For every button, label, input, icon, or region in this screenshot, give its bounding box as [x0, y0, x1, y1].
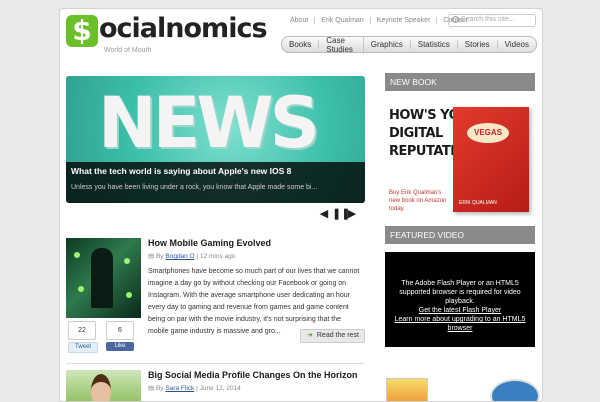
post-meta: ▤ By Bogdan O | 12 mins ago: [148, 253, 236, 260]
sidebar-ad-image[interactable]: [386, 378, 428, 401]
vegas-sign: VEGAS: [467, 123, 509, 143]
post-title[interactable]: How Mobile Gaming Evolved: [148, 238, 271, 248]
post-divider: [66, 363, 364, 364]
app-icon: [126, 292, 132, 298]
book-ad[interactable]: HOW'S YOUR DIGITAL REPUTATION? VEGAS ERI…: [385, 99, 535, 217]
next-arrow-icon[interactable]: ▶: [346, 208, 358, 220]
calendar-icon: ▤: [148, 385, 155, 392]
pause-icon[interactable]: ❚❚: [332, 208, 350, 220]
book-author: ERIK QUALMAN: [459, 200, 497, 206]
post-title[interactable]: Big Social Media Profile Changes On the …: [148, 370, 358, 380]
dollar-logo-icon: $: [66, 15, 98, 47]
post-author-link[interactable]: Sara Flick: [165, 385, 194, 392]
html5-browser-link[interactable]: Learn more about upgrading to an HTML5 b…: [393, 315, 527, 333]
sidebar-badge-image[interactable]: [490, 379, 540, 401]
app-icon: [74, 252, 80, 258]
new-book-heading: NEW BOOK: [385, 73, 535, 91]
woman-photo: [91, 374, 111, 401]
post-author-link[interactable]: Bogdan O: [165, 253, 194, 260]
featured-slider[interactable]: NEWS What the tech world is saying about…: [66, 76, 365, 203]
hero-excerpt: Unless you have been living under a rock…: [71, 184, 318, 191]
share-buttons: 22 6 Tweet Like: [68, 321, 140, 353]
logo-tagline: World of Mouth: [104, 47, 152, 54]
nav-books[interactable]: Books: [282, 40, 320, 49]
main-nav: Books Case Studies Graphics Statistics S…: [281, 35, 537, 54]
video-message: The Adobe Flash Player or an HTML5 suppo…: [399, 280, 521, 305]
top-links: About Erik Qualman Keynote Speaker Conta…: [284, 17, 474, 24]
tweet-button[interactable]: Tweet: [68, 342, 98, 353]
post-excerpt: Smartphones have become so much part of …: [148, 268, 360, 335]
top-link-keynote-speaker[interactable]: Keynote Speaker: [371, 17, 438, 24]
app-icon: [78, 286, 84, 292]
facebook-like-button[interactable]: Like: [106, 342, 134, 351]
nav-case-studies[interactable]: Case Studies: [319, 35, 364, 54]
search-input[interactable]: Search this site...: [448, 14, 536, 27]
post-thumbnail[interactable]: [66, 238, 141, 318]
tweet-count: 22: [68, 321, 96, 340]
book-cover: VEGAS ERIK QUALMAN: [453, 107, 529, 212]
site-logo[interactable]: $ ocialnomics World of Mouth: [66, 13, 268, 54]
search-placeholder: Search this site...: [461, 16, 515, 23]
book-cta[interactable]: Buy Erik Qualman's new book on Amazon to…: [389, 189, 453, 213]
page: $ ocialnomics World of Mouth About Erik …: [59, 8, 543, 402]
read-more-button[interactable]: ➜ Read the rest: [300, 329, 365, 343]
top-link-erik-qualman[interactable]: Erik Qualman: [315, 17, 371, 24]
nav-videos[interactable]: Videos: [498, 40, 536, 49]
post-thumbnail[interactable]: [66, 370, 141, 401]
flash-player-link[interactable]: Get the latest Flash Player: [393, 306, 527, 315]
app-icon: [124, 258, 130, 264]
nav-stories[interactable]: Stories: [458, 40, 498, 49]
nav-graphics[interactable]: Graphics: [364, 40, 411, 49]
read-more-label: Read the rest: [316, 332, 359, 339]
post-by-label: By: [155, 253, 164, 260]
video-message-block: The Adobe Flash Player or an HTML5 suppo…: [393, 279, 527, 333]
featured-video-heading: FEATURED VIDEO: [385, 226, 535, 244]
calendar-icon: ▤: [148, 253, 155, 260]
post-date: June 12, 2014: [199, 385, 241, 392]
post-by-label: By: [155, 385, 164, 392]
nav-statistics[interactable]: Statistics: [411, 40, 458, 49]
prev-arrow-icon[interactable]: ◀: [318, 208, 330, 220]
arrow-right-icon: ➜: [307, 332, 313, 339]
search-icon: [452, 16, 459, 23]
post-date: 12 mins ago: [199, 253, 236, 260]
hero-image-word: NEWS: [98, 82, 320, 164]
hero-title[interactable]: What the tech world is saying about Appl…: [71, 166, 291, 176]
businessman-figure: [91, 248, 113, 308]
hero-caption: What the tech world is saying about Appl…: [66, 162, 365, 203]
video-player[interactable]: The Adobe Flash Player or an HTML5 suppo…: [385, 252, 535, 347]
slider-controls: ◀ ❚❚ ▶: [318, 208, 358, 220]
like-count: 6: [106, 321, 134, 340]
logo-text: ocialnomics: [99, 13, 268, 44]
top-link-about[interactable]: About: [284, 17, 316, 24]
post-meta: ▤ By Sara Flick | June 12, 2014: [148, 385, 241, 392]
